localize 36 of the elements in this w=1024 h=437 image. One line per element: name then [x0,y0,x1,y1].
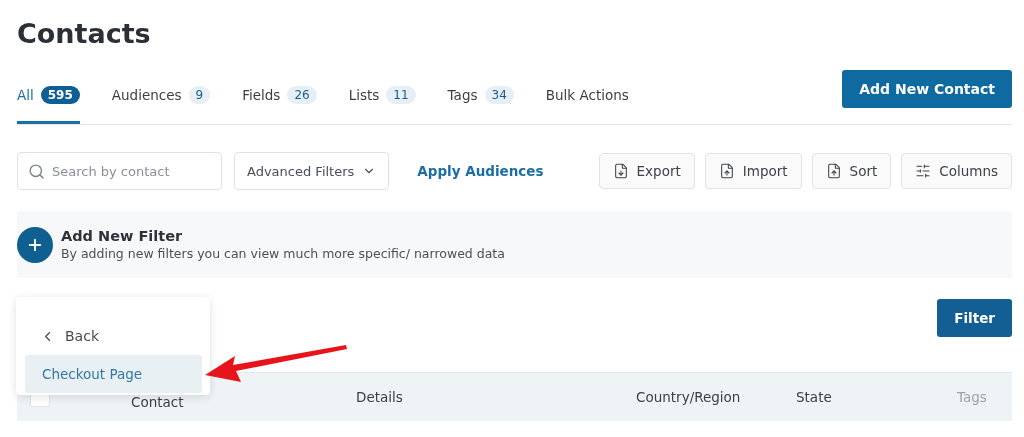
column-header: Country/Region [636,389,742,405]
filters-dropdown[interactable]: Advanced Filters [234,152,390,190]
page-title: Contacts [17,17,152,51]
toolbar-button[interactable]: Columns [901,153,1012,189]
column-header: Contact [131,393,185,410]
column-header: Tags [957,389,988,405]
count-badge: 11 [386,86,416,104]
file-upload-icon [718,163,735,179]
column-header: Details [356,389,404,405]
menu-item[interactable]: Checkout Page [25,355,202,393]
file-upload-icon [825,163,842,179]
back-button[interactable]: Back [25,317,99,355]
toolbar-button[interactable]: Export [598,153,695,189]
apply-audiences-link[interactable]: Apply Audiences [417,163,544,179]
sliders-icon [915,163,932,179]
add-filter-button[interactable] [17,226,53,263]
tab[interactable]: Tags 34 [447,69,514,124]
file-download-icon [612,163,629,179]
add-contact-button[interactable]: Add New Contact [842,70,1012,108]
filter-button[interactable]: Filter [937,299,1012,337]
column-header: State [796,389,833,405]
tab[interactable]: Lists 11 [348,69,416,124]
toolbar-button[interactable]: Sort [811,153,892,189]
filter-description: By adding new filters you can view much more specific/ narrowed data [61,246,505,261]
search-icon [28,163,45,180]
search-field[interactable]: Search by contact [17,152,222,190]
count-badge: 34 [484,86,514,104]
tab[interactable]: Bulk Actions [545,69,629,124]
count-badge: 595 [40,86,80,104]
toolbar-button[interactable]: Import [704,153,802,189]
count-badge: 9 [188,86,211,104]
filter-title: Add New Filter [61,228,184,244]
tab[interactable]: All 595 [17,69,80,124]
tab[interactable]: Audiences 9 [111,69,211,124]
count-badge: 26 [287,86,317,104]
tab[interactable]: Fields 26 [242,69,317,124]
